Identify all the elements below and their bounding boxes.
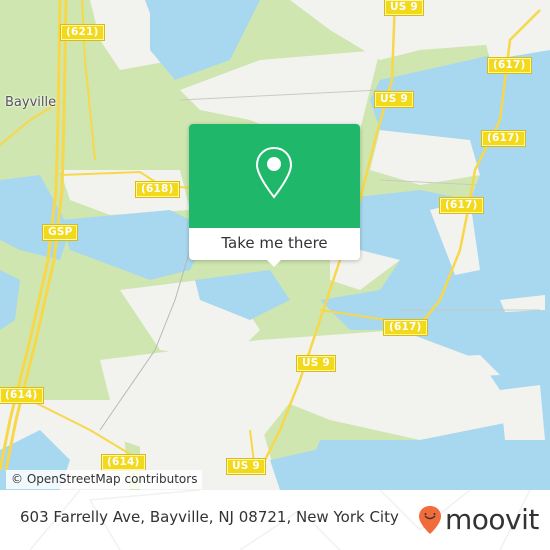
moovit-pin-smile-icon bbox=[419, 506, 441, 534]
road-shield-cr621: (621) bbox=[60, 24, 105, 41]
popup-header bbox=[189, 124, 360, 228]
road-shield-cr617: (617) bbox=[487, 57, 532, 74]
map-view[interactable]: Bayville (621) US 9 (617) US 9 (617) (61… bbox=[0, 0, 550, 490]
popup-tail bbox=[267, 260, 281, 267]
location-popup: Take me there bbox=[189, 124, 360, 267]
footer-bar: 603 Farrelly Ave, Bayville, NJ 08721, Ne… bbox=[0, 490, 550, 550]
road-shield-us9: US 9 bbox=[296, 355, 336, 372]
road-shield-cr614: (614) bbox=[101, 454, 146, 471]
road-shield-cr614: (614) bbox=[0, 387, 44, 404]
road-shield-gsp: GSP bbox=[41, 224, 79, 241]
road-shield-us9: US 9 bbox=[226, 458, 266, 475]
road-shield-cr617: (617) bbox=[439, 197, 484, 214]
road-shield-cr617: (617) bbox=[383, 319, 428, 336]
map-attribution[interactable]: © OpenStreetMap contributors bbox=[6, 470, 203, 489]
place-label-bayville: Bayville bbox=[5, 95, 57, 110]
road-shield-cr618: (618) bbox=[135, 181, 180, 198]
road-shield-cr617: (617) bbox=[481, 130, 526, 147]
road-shield-us9: US 9 bbox=[384, 0, 424, 16]
road-shield-us9: US 9 bbox=[374, 91, 414, 108]
address-text: 603 Farrelly Ave, Bayville, NJ 08721, Ne… bbox=[20, 508, 399, 526]
moovit-logo[interactable]: moovit bbox=[418, 505, 539, 535]
take-me-there-button[interactable]: Take me there bbox=[189, 228, 360, 260]
moovit-wordmark: moovit bbox=[445, 503, 539, 536]
map-pin-icon bbox=[255, 146, 293, 199]
